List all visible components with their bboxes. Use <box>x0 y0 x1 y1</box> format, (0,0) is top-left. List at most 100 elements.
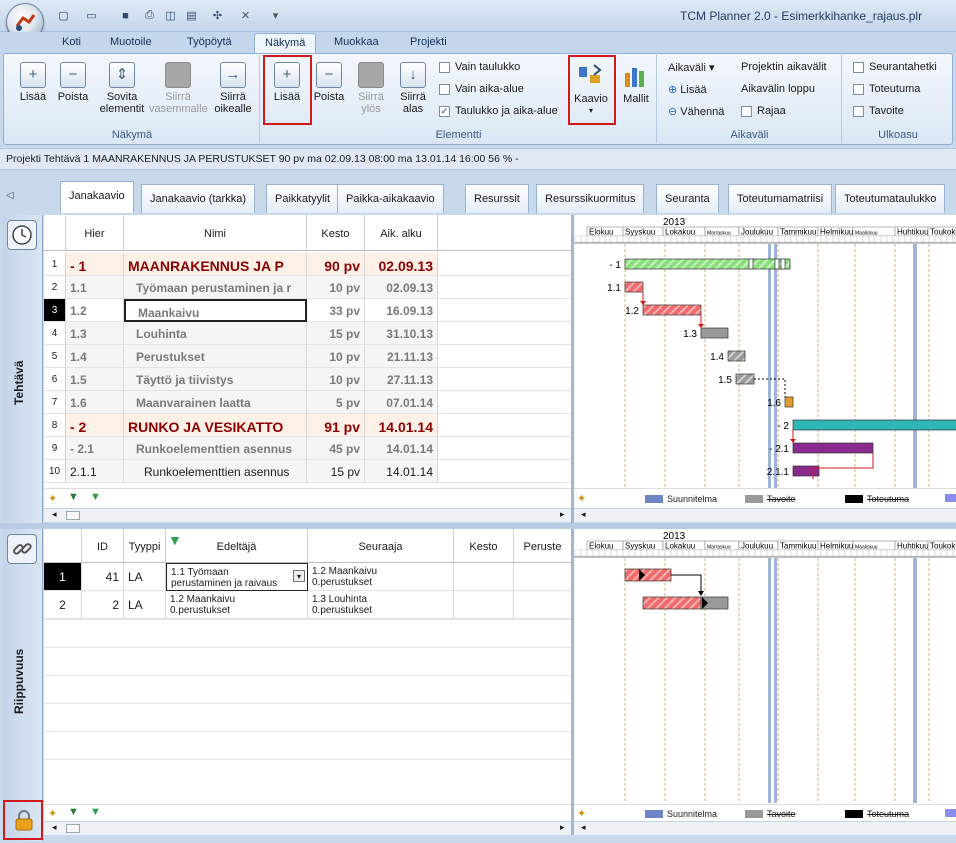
tab-resurssikuormitus[interactable]: Resurssikuormitus <box>536 184 645 213</box>
dep-table-scrollbar[interactable]: ◂ ▸ <box>44 821 571 835</box>
timespan-dropdown[interactable]: Aikaväli ▾ <box>668 61 715 74</box>
fit-elements-button[interactable]: ⇕ Sovita elementit <box>97 59 147 121</box>
dep-row-number[interactable]: 2 <box>44 591 82 619</box>
filter-tools-icon[interactable]: ✦ <box>48 492 57 505</box>
row-number[interactable]: 1 <box>44 253 66 276</box>
tracking-point-checkbox[interactable]: Seurantahetki <box>853 61 937 73</box>
start-cell[interactable]: 14.01.14 <box>365 437 438 460</box>
dep-id-cell[interactable]: 41 <box>82 563 124 591</box>
dep-predecessor-cell[interactable]: 1.2 Maankaivu 0.perustukset <box>166 591 308 619</box>
task-pane-splitter[interactable] <box>571 215 574 523</box>
filter-icon[interactable]: ▼ <box>68 806 79 818</box>
tab-nakyma[interactable]: Näkymä <box>254 33 317 53</box>
project-timespans-button[interactable]: Projektin aikavälit <box>741 61 827 73</box>
hier-cell[interactable]: - 1 <box>66 253 124 276</box>
row-number[interactable]: 7 <box>44 391 66 414</box>
dep-type-cell[interactable]: LA <box>124 563 166 591</box>
dep-gantt-scrollbar[interactable]: ◂ <box>573 821 956 835</box>
legend-tools-icon[interactable]: ✦ <box>577 807 586 820</box>
tab-projekti[interactable]: Projekti <box>400 33 457 53</box>
duration-cell[interactable]: 15 pv <box>307 460 365 483</box>
name-cell[interactable]: Louhinta <box>124 322 307 345</box>
tab-paikkatyylit[interactable]: Paikkatyylit <box>266 184 340 213</box>
move-down-button[interactable]: ↓ Siirrä alas <box>389 59 437 121</box>
start-cell[interactable]: 02.09.13 <box>365 276 438 299</box>
hier-cell[interactable]: 1.6 <box>66 391 124 414</box>
duration-cell[interactable]: 90 pv <box>307 253 365 276</box>
task-table-scrollbar[interactable]: ◂ ▸ <box>44 508 571 522</box>
start-cell[interactable]: 21.11.13 <box>365 345 438 368</box>
templates-button[interactable]: Mallit <box>616 59 656 121</box>
tab-seuranta[interactable]: Seuranta <box>656 184 719 213</box>
name-cell[interactable]: Runkoelementtien asennus <box>124 437 307 460</box>
hier-cell[interactable]: 1.2 <box>66 299 124 322</box>
start-cell[interactable]: 14.01.14 <box>365 414 438 437</box>
tab-resurssit[interactable]: Resurssit <box>465 184 529 213</box>
dep-duration-header[interactable]: Kesto <box>454 529 514 563</box>
name-cell[interactable]: Perustukset <box>124 345 307 368</box>
hier-cell[interactable]: - 2.1 <box>66 437 124 460</box>
target-checkbox[interactable]: Tavoite <box>853 105 904 117</box>
duration-cell[interactable]: 45 pv <box>307 437 365 460</box>
filter-icon[interactable]: ▼ <box>68 491 79 503</box>
name-cell[interactable]: Runkoelementtien asennus <box>124 460 307 483</box>
only-timeline-checkbox[interactable]: Vain aika-alue <box>439 83 524 95</box>
hier-cell[interactable]: 2.1.1 <box>66 460 124 483</box>
print-icon[interactable]: ⎙ <box>142 8 157 23</box>
tab-tyopoyta[interactable]: Työpöytä <box>177 33 242 53</box>
dep-type-header[interactable]: Tyyppi <box>124 529 166 563</box>
scroll-left-icon[interactable]: ◂ <box>52 509 57 520</box>
duration-cell[interactable]: 91 pv <box>307 414 365 437</box>
name-cell[interactable]: Maankaivu <box>124 299 307 322</box>
scroll-thumb[interactable] <box>66 511 80 520</box>
dep-successor-cell[interactable]: 1.2 Maankaivu 0.perustukset <box>308 563 454 591</box>
dep-id-cell[interactable]: 2 <box>82 591 124 619</box>
tab-muotoile[interactable]: Muotoile <box>100 33 162 53</box>
filter-active-icon[interactable]: ▼ <box>168 532 182 548</box>
dep-type-cell[interactable]: LA <box>124 591 166 619</box>
start-cell[interactable]: 07.01.14 <box>365 391 438 414</box>
dep-predecessor-cell[interactable]: 1.1 Työmaan perustaminen ja raivaus ▾ <box>166 563 308 591</box>
row-number[interactable]: 6 <box>44 368 66 391</box>
filter-active-icon[interactable]: ▼ <box>90 806 101 818</box>
row-number[interactable]: 2 <box>44 276 66 299</box>
duration-cell[interactable]: 5 pv <box>307 391 365 414</box>
hier-cell[interactable]: 1.3 <box>66 322 124 345</box>
reduce-timespan-button[interactable]: ⊖ Vähennä <box>668 105 724 118</box>
dep-basis-cell[interactable] <box>514 591 571 619</box>
people-icon[interactable]: ✣ <box>210 8 225 23</box>
tab-koti[interactable]: Koti <box>52 33 91 53</box>
close-file-icon[interactable]: ✕ <box>238 8 253 23</box>
actual-checkbox[interactable]: Toteutuma <box>853 83 920 95</box>
row-number[interactable]: 10 <box>44 460 66 483</box>
open-folder-icon[interactable]: ▭ <box>84 8 99 23</box>
tab-janakaavio[interactable]: Janakaavio <box>60 181 134 213</box>
hier-cell[interactable]: 1.5 <box>66 368 124 391</box>
start-cell[interactable]: 14.01.14 <box>365 460 438 483</box>
name-cell[interactable]: MAANRAKENNUS JA P <box>124 253 307 276</box>
tab-toteutumamatriisi[interactable]: Toteutumamatriisi <box>728 184 833 213</box>
start-cell[interactable]: 02.09.13 <box>365 253 438 276</box>
gantt-scroll-left-icon[interactable]: ◂ <box>581 822 586 833</box>
move-right-button[interactable]: → Siirrä oikealle <box>209 59 257 121</box>
name-cell[interactable]: Työmaan perustaminen ja r <box>124 276 307 299</box>
tab-paikka-aikakaavio[interactable]: Paikka-aikakaavio <box>337 184 444 213</box>
move-left-button[interactable]: Siirrä vasemmalle <box>149 59 208 121</box>
duration-header[interactable]: Kesto <box>307 215 365 251</box>
remove-element-button[interactable]: − Poista <box>305 59 353 121</box>
print-preview-icon[interactable]: ◫ <box>163 8 178 23</box>
dropdown-arrow-icon[interactable]: ▾ <box>293 570 305 582</box>
task-gantt-scrollbar[interactable]: ◂ <box>573 508 956 522</box>
row-number[interactable]: 5 <box>44 345 66 368</box>
new-file-icon[interactable]: ▢ <box>56 8 71 23</box>
row-number[interactable]: 3 <box>44 299 66 322</box>
duration-cell[interactable]: 10 pv <box>307 276 365 299</box>
row-number[interactable]: 9 <box>44 437 66 460</box>
dep-basis-header[interactable]: Peruste <box>514 529 571 563</box>
duration-cell[interactable]: 10 pv <box>307 345 365 368</box>
limit-checkbox[interactable]: Rajaa <box>741 105 786 117</box>
dep-row-number[interactable]: 1 <box>44 563 82 591</box>
only-table-checkbox[interactable]: Vain taulukko <box>439 61 520 73</box>
start-cell[interactable]: 27.11.13 <box>365 368 438 391</box>
dep-duration-cell[interactable] <box>454 563 514 591</box>
